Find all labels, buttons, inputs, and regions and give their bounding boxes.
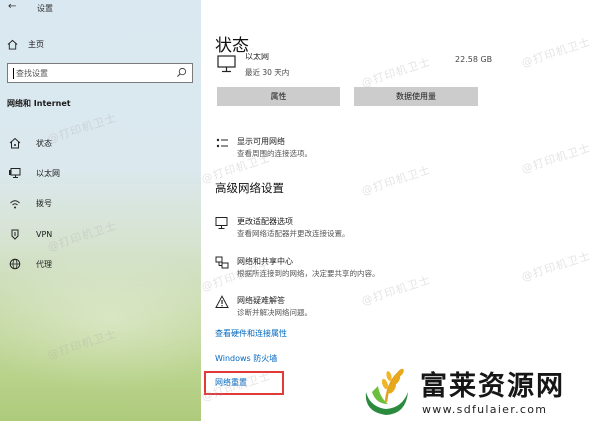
page-title: 状态 (215, 36, 249, 56)
adapter-title: 更改适配器选项 (237, 217, 293, 226)
properties-button[interactable]: 属性 (217, 87, 340, 106)
dialup-icon (8, 197, 22, 211)
sidebar-home-label: 主页 (28, 39, 44, 49)
hardware-properties-link[interactable]: 查看硬件和连接属性 (215, 328, 287, 339)
windows-firewall-link[interactable]: Windows 防火墙 (215, 353, 277, 364)
back-arrow-icon[interactable]: ← (8, 1, 16, 12)
sidebar-section-header: 网络和 Internet (7, 99, 71, 108)
sharing-center-icon (215, 256, 229, 269)
window-title: 设置 (37, 4, 53, 13)
sidebar: ← 设置 主页 网络和 Internet 状态 以太网 (0, 0, 201, 421)
sidebar-item-status[interactable]: 状态 (0, 128, 201, 158)
sidebar-item-ethernet[interactable]: 以太网 (0, 158, 201, 188)
sidebar-item-label: VPN (36, 229, 53, 239)
available-networks-icon (216, 138, 228, 148)
sidebar-item-label: 以太网 (36, 168, 60, 178)
brand-url: www.sdfulaier.com (422, 403, 548, 416)
wheat-leaf-logo-icon (365, 368, 408, 415)
monitor-icon (8, 166, 22, 180)
sidebar-item-label: 拨号 (36, 199, 52, 209)
sidebar-item-label: 代理 (36, 259, 52, 269)
ethernet-name: 以太网 (245, 53, 269, 61)
main-content: 状态 以太网 最近 30 天内 22.58 GB 属性 数据使用量 显示可用网络… (201, 0, 600, 421)
search-input[interactable] (16, 66, 176, 80)
vpn-icon (8, 227, 22, 241)
search-box[interactable] (7, 63, 193, 83)
globe-icon (8, 257, 22, 271)
advanced-network-header: 高级网络设置 (215, 181, 284, 195)
troubleshooter-desc: 诊断并解决网络问题。 (237, 308, 312, 317)
brand-logo: 富莱资源网 www.sdfulaier.com (354, 360, 600, 421)
adapter-icon (215, 217, 228, 229)
warning-icon (215, 295, 229, 308)
data-usage-button[interactable]: 数据使用量 (354, 87, 478, 106)
sidebar-nav: 状态 以太网 拨号 VPN 代理 (0, 128, 201, 279)
ethernet-monitor-icon (217, 55, 236, 73)
ethernet-period: 最近 30 天内 (245, 68, 290, 77)
sidebar-item-label: 状态 (36, 138, 52, 148)
sidebar-item-proxy[interactable]: 代理 (0, 249, 201, 279)
home-icon (7, 39, 18, 50)
show-networks-title: 显示可用网络 (237, 137, 285, 146)
brand-name: 富莱资源网 (420, 371, 565, 402)
sharing-center-desc: 根据所连接到的网络，决定要共享的内容。 (237, 269, 380, 278)
ethernet-data-used: 22.58 GB (455, 55, 493, 64)
search-icon[interactable] (176, 67, 187, 78)
sidebar-item-vpn[interactable]: VPN (0, 219, 201, 249)
home-status-icon (8, 136, 22, 150)
sidebar-item-dialup[interactable]: 拨号 (0, 189, 201, 219)
show-networks-desc: 查看周围的连接选项。 (237, 149, 312, 158)
sidebar-item-home[interactable]: 主页 (7, 37, 44, 51)
adapter-desc: 查看网络适配器并更改连接设置。 (237, 229, 350, 238)
sharing-center-title: 网络和共享中心 (237, 257, 293, 266)
network-reset-highlight-box (204, 371, 284, 395)
text-cursor (13, 68, 14, 79)
troubleshooter-title: 网络疑难解答 (237, 296, 285, 305)
